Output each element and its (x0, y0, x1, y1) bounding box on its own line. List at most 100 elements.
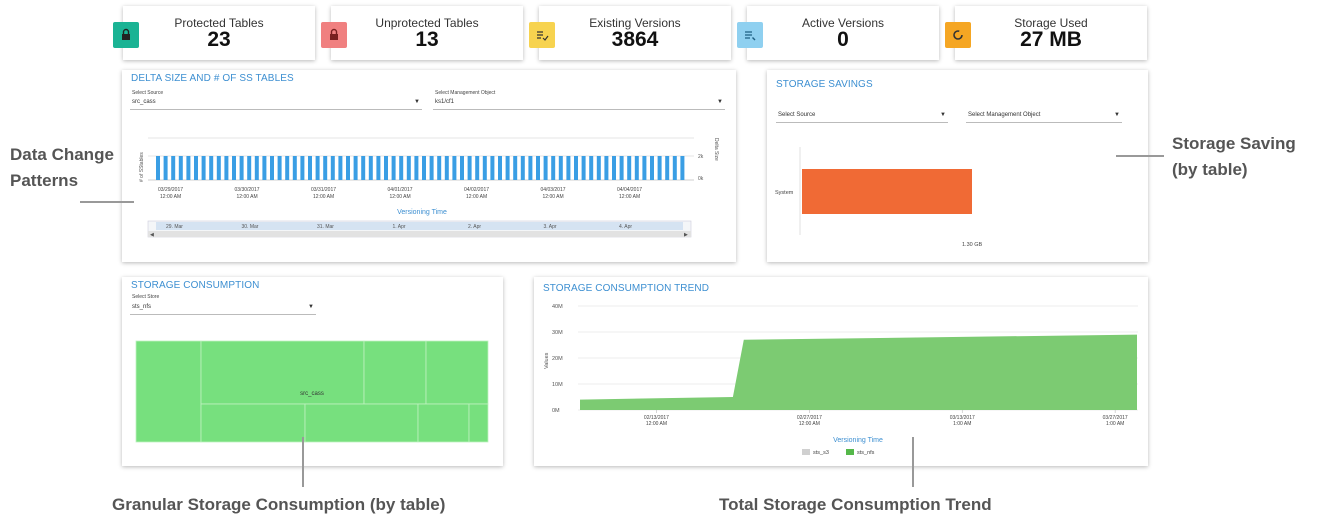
delta-bar[interactable] (300, 156, 305, 180)
x-tick-date: 03/30/2017 (235, 187, 260, 193)
treemap-cell[interactable] (135, 340, 202, 443)
delta-bar[interactable] (194, 156, 198, 180)
delta-bar[interactable] (520, 156, 525, 180)
delta-bar[interactable] (444, 156, 449, 180)
y-tick-label: 20M (552, 356, 563, 362)
delta-bar[interactable] (232, 156, 236, 180)
delta-bar[interactable] (270, 156, 274, 180)
delta-bar[interactable] (384, 156, 388, 180)
delta-bar[interactable] (406, 156, 411, 180)
delta-bar[interactable] (627, 156, 632, 180)
treemap-cell[interactable] (417, 403, 470, 443)
delta-bar[interactable] (308, 156, 312, 180)
delta-bar[interactable] (665, 156, 670, 180)
delta-bar[interactable] (536, 156, 540, 180)
delta-bar[interactable] (292, 156, 297, 180)
x-tick-date: 04/03/2017 (541, 187, 566, 193)
navigator-tick: 3. Apr (544, 224, 557, 230)
delta-bar[interactable] (452, 156, 457, 180)
stat-value: 13 (415, 28, 439, 51)
delta-bar[interactable] (528, 156, 533, 180)
treemap-cell[interactable] (425, 340, 489, 405)
delta-bar[interactable] (422, 156, 426, 180)
y-tick-label: 30M (552, 330, 563, 336)
delta-bar[interactable] (330, 156, 335, 180)
delta-bar[interactable] (657, 156, 662, 180)
delta-bar[interactable] (209, 156, 214, 180)
delta-bar[interactable] (171, 156, 176, 180)
delta-bar[interactable] (505, 156, 510, 180)
delta-bar[interactable] (323, 156, 328, 180)
delta-bar[interactable] (642, 156, 647, 180)
delta-bar[interactable] (513, 156, 518, 180)
x-tick-time: 12:00 AM (466, 194, 487, 200)
delta-bar[interactable] (460, 156, 464, 180)
delta-bar[interactable] (277, 156, 282, 180)
delta-bar[interactable] (254, 156, 259, 180)
legend-label-sts-nfs[interactable]: sts_nfs (857, 450, 875, 456)
delta-bar[interactable] (551, 156, 556, 180)
delta-bar[interactable] (178, 156, 183, 180)
delta-bar[interactable] (338, 156, 343, 180)
delta-bar[interactable] (186, 156, 191, 180)
delta-bar[interactable] (634, 156, 639, 180)
delta-bar[interactable] (216, 156, 221, 180)
delta-bar[interactable] (315, 156, 320, 180)
delta-bar[interactable] (399, 156, 404, 180)
annotation-total-trend: Total Storage Consumption Trend (719, 495, 992, 514)
delta-bar[interactable] (672, 156, 677, 180)
delta-bar[interactable] (482, 156, 487, 180)
delta-bar[interactable] (224, 156, 229, 180)
delta-bar[interactable] (346, 156, 350, 180)
y-tick-label: 0M (552, 408, 560, 414)
delta-bar[interactable] (543, 156, 548, 180)
delta-bar[interactable] (574, 156, 578, 180)
delta-bar[interactable] (558, 156, 563, 180)
delta-bar[interactable] (262, 156, 267, 180)
delta-bar[interactable] (612, 156, 616, 180)
treemap-cell[interactable] (468, 403, 489, 443)
delta-bar[interactable] (368, 156, 373, 180)
storage-savings-chart: System 1.30 GB (775, 147, 983, 248)
delta-bar[interactable] (650, 156, 654, 180)
x-tick-time: 12:00 AM (543, 194, 564, 200)
delta-bar[interactable] (376, 156, 381, 180)
x-tick-time: 12:00 AM (160, 194, 181, 200)
delta-bar[interactable] (498, 156, 502, 180)
navigator-selection[interactable] (156, 222, 683, 230)
delta-bar[interactable] (566, 156, 571, 180)
legend-label-sts-s3[interactable]: sts_s3 (813, 450, 829, 456)
delta-size-panel: DELTA SIZE AND # OF SS TABLES Select Sou… (122, 70, 736, 262)
delta-bar-chart: # of SStables Delta Size 2k 0k 03/29/201… (139, 137, 719, 238)
delta-bar[interactable] (285, 156, 290, 180)
navigator-scrollbar[interactable] (148, 231, 691, 237)
treemap-cell[interactable] (363, 340, 427, 405)
delta-bar[interactable] (414, 156, 419, 180)
delta-bar[interactable] (429, 156, 434, 180)
delta-bar[interactable] (680, 156, 685, 180)
delta-bar[interactable] (391, 156, 396, 180)
delta-bar[interactable] (247, 156, 252, 180)
delta-bar[interactable] (467, 156, 472, 180)
delta-bar[interactable] (239, 156, 244, 180)
scroll-right-icon[interactable]: ▶ (684, 232, 688, 238)
annotation-granular-storage: Granular Storage Consumption (by table) (112, 495, 446, 514)
treemap-cell[interactable] (200, 403, 306, 443)
x-tick-time: 12:00 AM (799, 421, 820, 427)
delta-bar[interactable] (581, 156, 586, 180)
delta-bar[interactable] (353, 156, 358, 180)
delta-bar[interactable] (604, 156, 609, 180)
delta-bar[interactable] (201, 156, 206, 180)
treemap-cell[interactable] (304, 403, 419, 443)
scroll-left-icon[interactable]: ◀ (150, 232, 154, 238)
delta-bar[interactable] (156, 156, 160, 180)
delta-bar[interactable] (619, 156, 624, 180)
treemap-cell[interactable] (200, 340, 365, 405)
delta-bar[interactable] (490, 156, 495, 180)
delta-bar[interactable] (437, 156, 442, 180)
delta-bar[interactable] (163, 156, 168, 180)
delta-bar[interactable] (589, 156, 594, 180)
delta-bar[interactable] (361, 156, 366, 180)
delta-bar[interactable] (475, 156, 480, 180)
delta-bar[interactable] (596, 156, 601, 180)
